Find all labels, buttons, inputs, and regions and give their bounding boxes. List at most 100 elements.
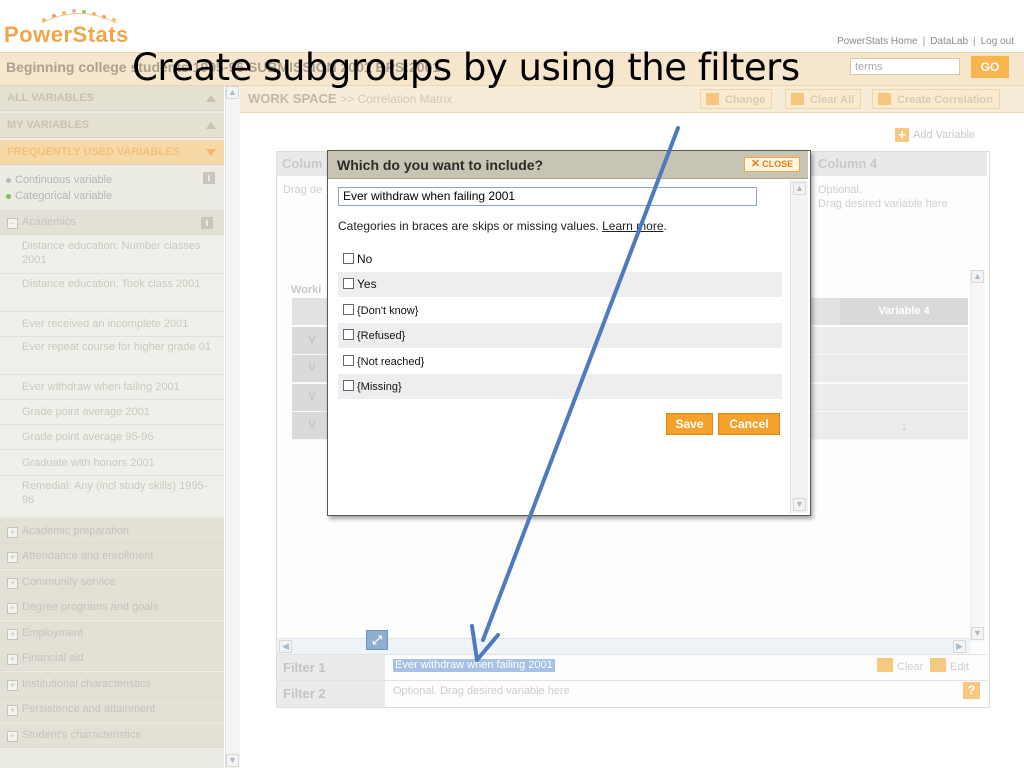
clear-filter-button[interactable]: Clear [877, 658, 923, 673]
plus-icon[interactable]: + [7, 527, 18, 538]
category-community-service[interactable]: + Community service [0, 570, 224, 595]
plus-icon[interactable]: + [7, 552, 18, 563]
link-powerstats-home[interactable]: PowerStats Home [837, 36, 918, 47]
variable-item[interactable]: Ever repeat course for higher grade 01 [0, 337, 224, 375]
category-employment[interactable]: + Employment [0, 621, 224, 646]
checkbox[interactable] [343, 304, 354, 315]
section-frequently-used[interactable]: FREQUENTLY USED VARIABLES [0, 140, 224, 165]
option-not-reached[interactable]: {Not reached} [338, 349, 782, 374]
scroll-down-icon[interactable]: ▼ [971, 627, 984, 640]
create-correlation-button[interactable]: Create Correlation [872, 89, 1000, 109]
logo-text: PowerStats [4, 22, 129, 47]
category-financial-aid[interactable]: + Financial aid [0, 646, 224, 671]
category-academic-preparation[interactable]: + Academic preparation [0, 519, 224, 544]
column-4-drop-zone[interactable]: Drag desired variable here [818, 197, 948, 211]
variable-item[interactable]: Remedial: Any (incl study skills) 1995-9… [0, 476, 224, 518]
link-log-out[interactable]: Log out [981, 36, 1014, 47]
filter-2-drop-zone[interactable]: Optional. Drag desired variable here [393, 685, 570, 697]
minus-icon[interactable]: − [7, 218, 18, 229]
powerstats-logo[interactable]: PowerStats [4, 4, 134, 48]
category-persistence[interactable]: + Persistence and attainment [0, 697, 224, 722]
plus-icon[interactable]: + [7, 629, 18, 640]
go-button[interactable]: GO [971, 56, 1009, 78]
link-datalab[interactable]: DataLab [930, 36, 968, 47]
checkbox[interactable] [343, 278, 354, 289]
matrix-cell: 1 [901, 422, 907, 433]
edit-icon [930, 658, 946, 672]
add-variable-button[interactable]: + Add Variable [895, 128, 975, 142]
help-icon[interactable]: ? [963, 682, 980, 699]
expand-icon[interactable]: ⤢ [366, 630, 388, 650]
working-label: Worki [291, 284, 322, 296]
plus-icon[interactable]: + [7, 578, 18, 589]
checkbox[interactable] [343, 355, 354, 366]
variable-item[interactable]: Ever received an incomplete 2001 [0, 312, 224, 337]
close-icon: ✕ [750, 158, 761, 170]
category-academics[interactable]: − Academics [0, 210, 224, 235]
scroll-up-icon[interactable]: ▲ [971, 270, 984, 283]
variable-item[interactable]: Grade point average 95-96 [0, 425, 224, 450]
scroll-right-icon[interactable]: ▶ [953, 640, 966, 653]
section-label: FREQUENTLY USED VARIABLES [7, 146, 180, 158]
search-input[interactable] [850, 58, 960, 75]
category-institutional[interactable]: + Institutional characteristics [0, 672, 224, 697]
plus-icon[interactable]: + [7, 731, 18, 742]
continuous-dot-icon [6, 177, 11, 183]
filter-1-label: Filter 1 [277, 655, 385, 681]
checkbox[interactable] [343, 380, 354, 391]
collapse-arrow-icon[interactable] [206, 122, 216, 129]
separator: | [922, 36, 926, 47]
option-yes[interactable]: Yes [338, 272, 782, 297]
filter-1-value[interactable]: Ever withdraw when failing 2001 [393, 659, 555, 672]
clear-all-button[interactable]: Clear All [785, 89, 862, 109]
variable-item[interactable]: Graduate with honors 2001 [0, 450, 224, 476]
variable-name-field[interactable]: Ever withdraw when failing 2001 [338, 187, 757, 206]
variable-item[interactable]: Grade point average 2001 [0, 400, 224, 425]
legend-continuous: Continuous variable [6, 174, 112, 186]
checkbox[interactable] [343, 329, 354, 340]
plus-icon[interactable]: + [7, 654, 18, 665]
collapse-arrow-icon[interactable] [206, 95, 216, 102]
variable-item[interactable]: Ever withdraw when failing 2001 [0, 375, 224, 400]
section-my-variables[interactable]: MY VARIABLES [0, 113, 224, 138]
category-degree-programs[interactable]: + Degree programs and goals [0, 595, 224, 620]
plus-icon: + [895, 128, 909, 142]
matrix-row-label: V [292, 355, 332, 382]
matrix-vertical-scrollbar[interactable]: ▲ ▼ [970, 270, 985, 642]
close-button[interactable]: ✕ CLOSE [744, 157, 800, 172]
edit-filter-button[interactable]: Edit [930, 658, 969, 673]
category-students[interactable]: + Student's characteristics [0, 723, 224, 748]
change-button[interactable]: Change [700, 89, 773, 109]
drop-zone-text[interactable]: Drag de [283, 183, 322, 197]
variable-4-header: Variable 4 [840, 298, 968, 325]
dialog-scrollbar[interactable]: ▲ ▼ [790, 180, 808, 513]
scroll-down-icon[interactable]: ▼ [793, 498, 806, 511]
sidebar-scrollbar[interactable]: ▲ ▼ [225, 86, 240, 768]
option-refused[interactable]: {Refused} [338, 323, 782, 348]
plus-icon[interactable]: + [7, 680, 18, 691]
info-icon[interactable]: i [203, 172, 215, 184]
matrix-row-label: V [292, 384, 332, 411]
save-button[interactable]: Save [666, 413, 713, 435]
dialog-note: Categories in braces are skips or missin… [338, 219, 667, 233]
option-no[interactable]: No [338, 247, 782, 272]
expand-arrow-icon[interactable] [206, 149, 216, 156]
cancel-button[interactable]: Cancel [718, 413, 780, 435]
create-correlation-icon [878, 93, 891, 105]
plus-icon[interactable]: + [7, 705, 18, 716]
plus-icon[interactable]: + [7, 603, 18, 614]
variable-item[interactable]: Distance education: Number classes 2001 [0, 236, 224, 274]
info-icon[interactable]: i [201, 217, 213, 229]
category-attendance[interactable]: + Attendance and enrollment [0, 544, 224, 569]
option-missing[interactable]: {Missing} [338, 374, 782, 399]
scroll-left-icon[interactable]: ◀ [279, 640, 292, 653]
section-all-variables[interactable]: ALL VARIABLES [0, 86, 224, 111]
legend-categorical: Categorical variable [6, 190, 112, 202]
slide-title: Create subgroups by using the filters [132, 46, 800, 89]
option-dont-know[interactable]: {Don't know} [338, 298, 782, 323]
scroll-down-icon[interactable]: ▼ [226, 754, 239, 767]
checkbox[interactable] [343, 253, 354, 264]
learn-more-link[interactable]: Learn more [602, 219, 663, 233]
variable-item[interactable]: Distance education: Took class 2001 [0, 274, 224, 312]
scroll-up-icon[interactable]: ▲ [793, 182, 806, 195]
